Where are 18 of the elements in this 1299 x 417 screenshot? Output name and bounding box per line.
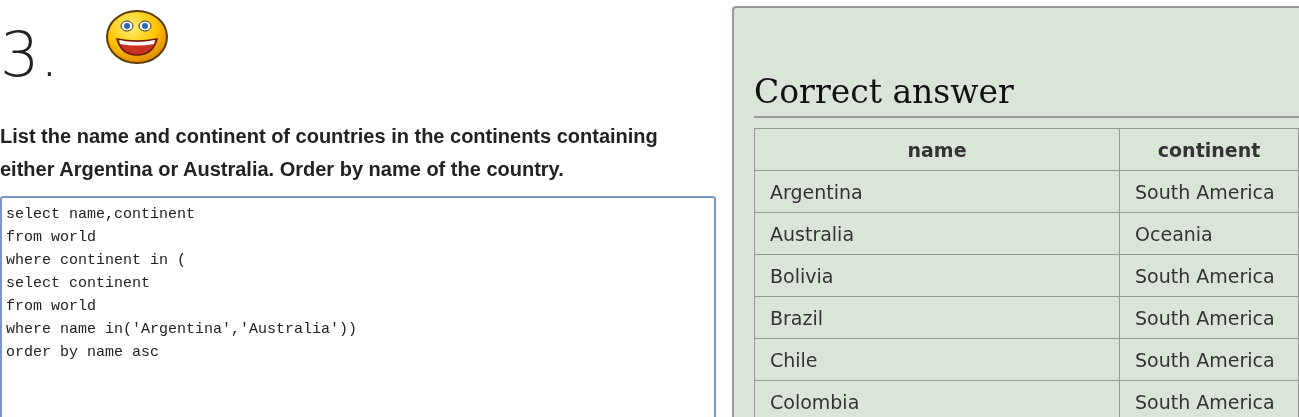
question-text: List the name and continent of countries in the continents containing either Argentina or Australia. Order by name of the country.	[0, 124, 659, 182]
table-cell: South America	[1119, 296, 1299, 339]
column-header: name	[754, 128, 1120, 171]
table-cell: Australia	[754, 212, 1120, 255]
table-cell: Oceania	[1119, 212, 1299, 255]
table-cell: Bolivia	[754, 254, 1120, 297]
smiley-icon	[105, 9, 170, 65]
answer-title: Correct answer	[754, 70, 1299, 118]
table-cell: Brazil	[754, 296, 1120, 339]
table-cell: South America	[1119, 254, 1299, 297]
table-cell: South America	[1119, 338, 1299, 381]
question-number: 3.	[0, 24, 60, 86]
table-cell: South America	[1119, 170, 1299, 213]
table-cell: Argentina	[754, 170, 1120, 213]
sql-input-field[interactable]: select name,continent from world where continent in ( select continent from world where name in('Argentina','Australia')) order by name asc	[0, 196, 716, 417]
table-cell: Chile	[754, 338, 1120, 381]
column-header: continent	[1119, 128, 1299, 171]
table-cell: Colombia	[754, 380, 1120, 417]
